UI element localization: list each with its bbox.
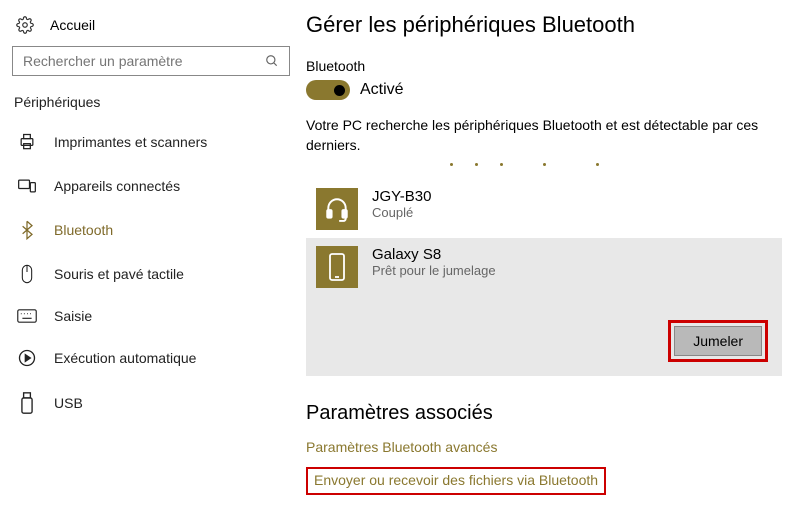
main-content: Gérer les périphériques Bluetooth Blueto…: [300, 0, 800, 523]
sidebar-item-label: USB: [54, 395, 83, 411]
searching-indicator: [306, 163, 782, 180]
device-item-paired[interactable]: JGY-B30 Couplé: [306, 180, 782, 238]
sidebar-item-label: Exécution automatique: [54, 350, 196, 366]
link-advanced-bluetooth[interactable]: Paramètres Bluetooth avancés: [306, 439, 497, 455]
autoplay-icon: [16, 348, 38, 368]
sidebar-item-mouse-touchpad[interactable]: Souris et pavé tactile: [8, 252, 296, 296]
sidebar-item-label: Saisie: [54, 308, 92, 324]
nav-list: Imprimantes et scanners Appareils connec…: [8, 120, 296, 426]
usb-icon: [16, 392, 38, 414]
bluetooth-toggle[interactable]: [306, 80, 350, 100]
sidebar-item-typing[interactable]: Saisie: [8, 296, 296, 336]
keyboard-icon: [16, 308, 38, 324]
headset-icon: [316, 188, 358, 230]
toggle-state-label: Activé: [360, 81, 404, 99]
sidebar-item-bluetooth[interactable]: Bluetooth: [8, 208, 296, 252]
search-input[interactable]: [12, 46, 290, 76]
category-title: Périphériques: [8, 94, 296, 120]
device-name: JGY-B30: [372, 188, 431, 205]
sidebar-item-autoplay[interactable]: Exécution automatique: [8, 336, 296, 380]
device-status: Prêt pour le jumelage: [372, 263, 496, 278]
bluetooth-label: Bluetooth: [306, 58, 782, 74]
sidebar-item-usb[interactable]: USB: [8, 380, 296, 426]
sidebar-item-connected-devices[interactable]: Appareils connectés: [8, 164, 296, 208]
home-label: Accueil: [50, 17, 95, 33]
toggle-knob: [334, 85, 345, 96]
sidebar: Accueil Périphériques Imprimantes et sca…: [0, 0, 300, 523]
bluetooth-description: Votre PC recherche les périphériques Blu…: [306, 116, 782, 155]
sidebar-item-label: Appareils connectés: [54, 178, 180, 194]
search-field[interactable]: [23, 53, 265, 69]
highlight-box: Jumeler: [668, 320, 768, 362]
devices-icon: [16, 176, 38, 196]
device-item-ready[interactable]: Galaxy S8 Prêt pour le jumelage Jumeler: [306, 238, 782, 376]
mouse-icon: [16, 264, 38, 284]
related-settings-title: Paramètres associés: [306, 402, 782, 425]
link-send-receive-files[interactable]: Envoyer ou recevoir des fichiers via Blu…: [314, 472, 598, 488]
sidebar-item-label: Imprimantes et scanners: [54, 134, 207, 150]
device-name: Galaxy S8: [372, 246, 496, 263]
gear-icon: [14, 16, 36, 34]
bluetooth-icon: [16, 220, 38, 240]
home-link[interactable]: Accueil: [8, 12, 296, 46]
page-title: Gérer les périphériques Bluetooth: [306, 12, 782, 38]
sidebar-item-label: Souris et pavé tactile: [54, 266, 184, 282]
phone-icon: [316, 246, 358, 288]
printer-icon: [16, 132, 38, 152]
sidebar-item-printers[interactable]: Imprimantes et scanners: [8, 120, 296, 164]
highlight-box: Envoyer ou recevoir des fichiers via Blu…: [306, 467, 606, 495]
device-status: Couplé: [372, 205, 431, 220]
sidebar-item-label: Bluetooth: [54, 222, 113, 238]
pair-button[interactable]: Jumeler: [674, 326, 762, 356]
search-icon: [265, 54, 279, 68]
